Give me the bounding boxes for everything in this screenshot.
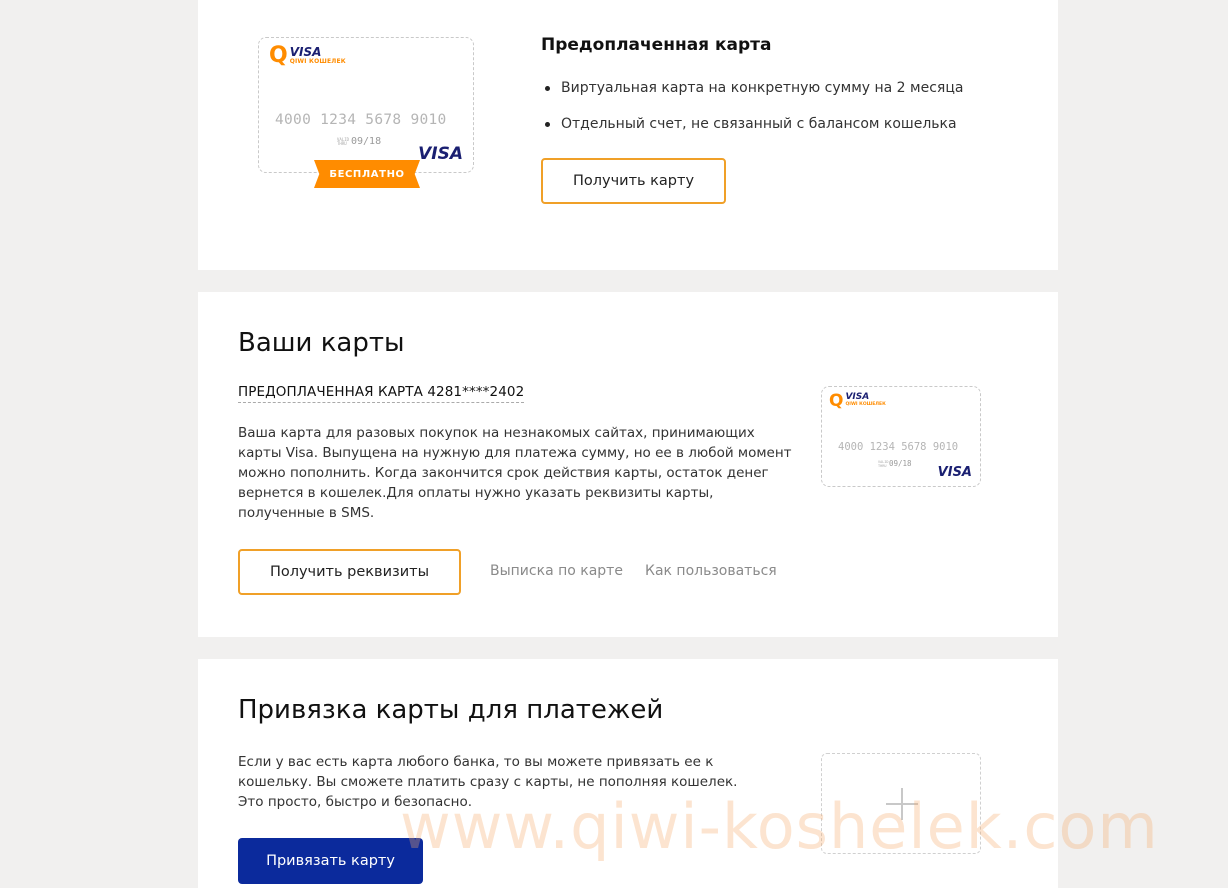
card-expiry: VALID THRU 09/18 (337, 136, 381, 147)
add-card-tile[interactable] (821, 753, 981, 854)
user-card-image[interactable]: Q VISA QIWI КОШЕЛЕК 4000 1234 5678 9010 … (821, 386, 981, 487)
prepaid-card-panel: Q VISA QIWI КОШЕЛЕК 4000 1234 5678 9010 … (198, 0, 1058, 270)
section-title: Привязка карты для платежей (238, 695, 664, 725)
prepaid-card-image: Q VISA QIWI КОШЕЛЕК 4000 1234 5678 9010 … (258, 37, 474, 173)
card-statement-link[interactable]: Выписка по карте (490, 563, 623, 579)
card-description: Ваша карта для разовых покупок на незнак… (238, 425, 792, 521)
prepaid-title: Предоплаченная карта (541, 35, 772, 55)
visa-logo-icon: VISA (937, 465, 972, 480)
card-number: 4000 1234 5678 9010 (275, 112, 447, 128)
link-card-description: Если у вас есть карта любого банка, то в… (238, 754, 738, 810)
card-number: 4000 1234 5678 9010 (838, 441, 959, 453)
card-expiry-value: 09/18 (351, 136, 382, 147)
link-card-button[interactable]: Привязать карту (238, 838, 423, 884)
card-brand-sub: QIWI КОШЕЛЕК (289, 58, 346, 65)
plus-icon (886, 788, 918, 820)
get-requisites-button[interactable]: Получить реквизиты (238, 549, 461, 595)
list-item: Отдельный счет, не связанный с балансом … (543, 114, 963, 150)
qiwi-logo-icon: Q VISA QIWI КОШЕЛЕК (829, 391, 886, 411)
card-brand-title: VISA (289, 45, 322, 59)
list-item: Виртуальная карта на конкретную сумму на… (543, 78, 963, 114)
get-card-button[interactable]: Получить карту (541, 158, 726, 204)
how-to-use-link[interactable]: Как пользоваться (645, 563, 777, 579)
prepaid-bullet-list: Виртуальная карта на конкретную сумму на… (543, 78, 963, 150)
card-expiry-value: 09/18 (889, 459, 912, 468)
card-expiry: VALID THRU 09/18 (878, 459, 912, 468)
free-ribbon: БЕСПЛАТНО (314, 160, 420, 188)
section-title: Ваши карты (238, 328, 405, 358)
valid-thru-label: VALID THRU (337, 136, 350, 146)
visa-logo-icon: VISA (418, 144, 463, 164)
card-brand-sub: QIWI КОШЕЛЕК (845, 402, 886, 407)
valid-thru-label: VALID THRU (878, 459, 889, 468)
your-cards-panel: Ваши карты ПРЕДОПЛАЧЕННАЯ КАРТА 4281****… (198, 292, 1058, 637)
card-name-link[interactable]: ПРЕДОПЛАЧЕННАЯ КАРТА 4281****2402 (238, 384, 525, 403)
qiwi-logo-icon: Q VISA QIWI КОШЕЛЕК (269, 43, 346, 68)
link-card-panel: Привязка карты для платежей Если у вас е… (198, 659, 1058, 888)
card-brand-title: VISA (845, 392, 870, 402)
